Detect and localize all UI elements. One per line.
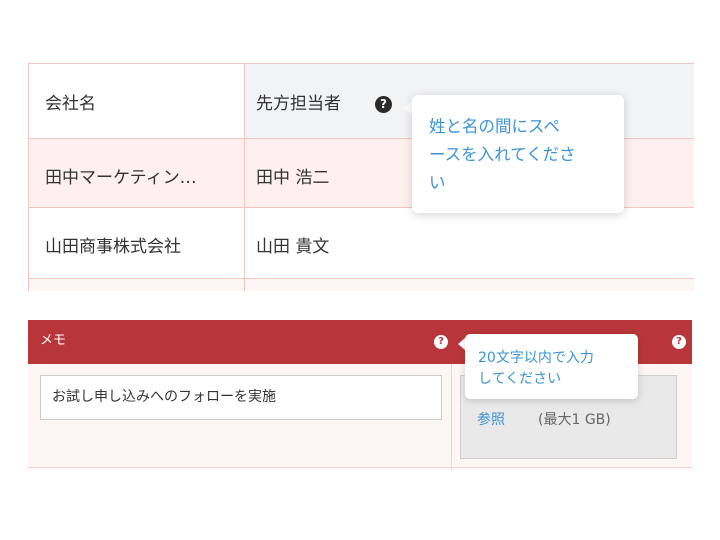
tooltip-text-line: 姓と名の間にスペ bbox=[429, 117, 560, 136]
row-divider bbox=[29, 278, 694, 279]
tooltip-text-line: い bbox=[429, 173, 446, 192]
contact-person-cell: 田中 浩二 bbox=[256, 168, 330, 188]
tooltip-text-line: してください bbox=[478, 371, 562, 387]
company-column-header: 会社名 bbox=[45, 94, 96, 114]
panel-bottom-border bbox=[28, 467, 692, 468]
tooltip-arrow bbox=[404, 101, 412, 115]
company-cell: 山田商事株式会社 bbox=[45, 237, 181, 257]
contact-person-cell: 山田 貴文 bbox=[256, 237, 330, 257]
row-divider bbox=[29, 63, 694, 64]
memo-input[interactable]: お試し申し込みへのフォローを実施 bbox=[40, 375, 442, 420]
max-size-label: (最大1 GB) bbox=[538, 412, 611, 428]
company-cell: 田中マーケティン… bbox=[45, 168, 197, 188]
tooltip-arrow bbox=[458, 338, 465, 350]
memo-title: メモ bbox=[40, 333, 67, 348]
column-divider bbox=[451, 364, 452, 470]
browse-link[interactable]: 参照 bbox=[477, 409, 505, 429]
tooltip-text-line: 20文字以内で入力 bbox=[478, 350, 594, 366]
column-divider bbox=[244, 63, 245, 291]
table-row-partial bbox=[29, 278, 694, 291]
contact-person-column-header: 先方担当者 bbox=[256, 94, 341, 114]
question-circle-icon[interactable]: ? bbox=[375, 96, 392, 113]
question-circle-icon[interactable]: ? bbox=[434, 335, 448, 349]
question-circle-icon[interactable]: ? bbox=[672, 335, 686, 349]
char-limit-tooltip: 20文字以内で入力 してください bbox=[465, 334, 638, 399]
name-format-tooltip: 姓と名の間にスペ ースを入れてくださ い bbox=[412, 95, 624, 213]
tooltip-text-line: ースを入れてくださ bbox=[429, 145, 576, 164]
